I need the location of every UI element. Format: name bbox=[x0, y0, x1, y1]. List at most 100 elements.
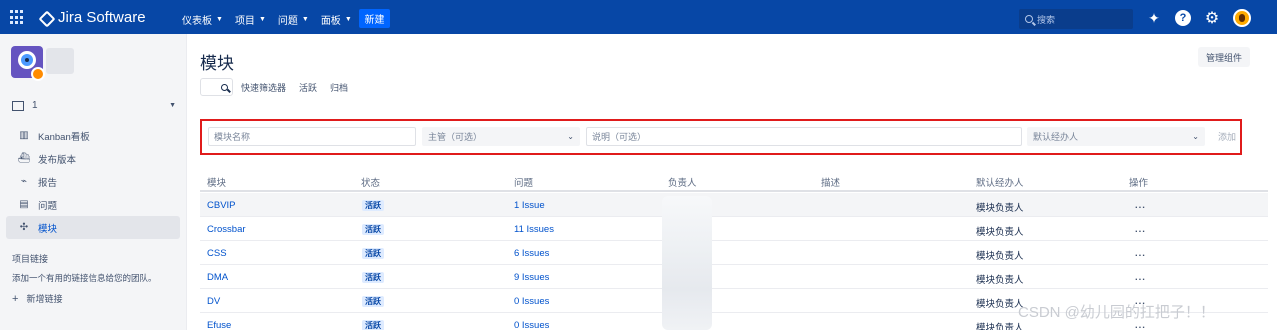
project-links-desc: 添加一个有用的链接信息给您的团队。 bbox=[12, 273, 157, 283]
gear-icon[interactable]: ⚙ bbox=[1204, 10, 1220, 27]
nav-projects-label: 项目 bbox=[234, 16, 255, 27]
more-actions-button[interactable]: ... bbox=[1135, 272, 1146, 283]
more-actions-button[interactable]: ... bbox=[1135, 200, 1146, 211]
col-component[interactable]: 模块 bbox=[207, 175, 226, 189]
search-input[interactable]: 搜索 bbox=[1019, 9, 1133, 29]
sidebar-item-releases[interactable]: ⛴ 发布版本 bbox=[6, 147, 180, 170]
board-icon bbox=[12, 100, 24, 111]
chevron-down-icon: ▼ bbox=[344, 16, 352, 23]
table-row: CBVIP 活跃 1 Issue 模块负责人 ... bbox=[200, 193, 1268, 217]
sidebar-item-label: 问题 bbox=[38, 200, 58, 212]
component-link[interactable]: DMA bbox=[207, 272, 228, 283]
puzzle-icon: ✣ bbox=[19, 222, 29, 233]
issues-link[interactable]: 6 Issues bbox=[514, 248, 549, 259]
default-assignee-select[interactable]: 默认经办人 ⌄ bbox=[1027, 127, 1205, 146]
filter-active[interactable]: 活跃 bbox=[299, 81, 317, 94]
create-button[interactable]: 新建 bbox=[359, 9, 390, 28]
issues-link[interactable]: 1 Issue bbox=[514, 200, 545, 211]
add-component-form: 模块名称 主管（可选） ⌄ 说明（可选） 默认经办人 ⌄ 添加 bbox=[200, 119, 1242, 155]
sidebar-item-components[interactable]: ✣ 模块 bbox=[6, 216, 180, 239]
sidebar-item-reports[interactable]: ⌁ 报告 bbox=[6, 170, 180, 193]
chart-icon: ⌁ bbox=[20, 176, 28, 187]
status-badge: 活跃 bbox=[362, 224, 384, 235]
nav-projects[interactable]: 项目 ▼ bbox=[235, 12, 266, 27]
nav-issues-label: 问题 bbox=[277, 16, 298, 27]
manage-components-button[interactable]: 管理组件 bbox=[1198, 47, 1250, 67]
component-link[interactable]: Crossbar bbox=[207, 224, 246, 235]
sidebar-item-kanban[interactable]: ▥ Kanban看板 bbox=[6, 124, 180, 147]
nav-dashboards[interactable]: 仪表板 ▼ bbox=[182, 12, 223, 27]
issues-link[interactable]: 0 Issues bbox=[514, 320, 549, 330]
col-default-assignee: 默认经办人 bbox=[976, 178, 1024, 189]
lead-select[interactable]: 主管（可选） ⌄ bbox=[422, 127, 580, 146]
default-assignee: 模块负责人 bbox=[976, 275, 1024, 286]
component-link[interactable]: CSS bbox=[207, 248, 227, 259]
chevron-down-icon: ▼ bbox=[169, 102, 176, 109]
filter-bar: 快速筛选器 活跃 归档 bbox=[200, 78, 361, 96]
sidebar-item-label: 发布版本 bbox=[38, 154, 77, 166]
project-badge-icon bbox=[31, 67, 45, 81]
add-link-label: 新增链接 bbox=[26, 294, 63, 304]
filter-archived[interactable]: 归档 bbox=[330, 81, 348, 94]
main-nav: 仪表板 ▼ 项目 ▼ 问题 ▼ 面板 ▼ bbox=[182, 12, 364, 27]
component-link[interactable]: CBVIP bbox=[207, 200, 236, 211]
chevron-down-icon: ▼ bbox=[216, 16, 223, 23]
table-row: Crossbar 活跃 11 Issues 模块负责人 ... bbox=[200, 217, 1268, 241]
issues-link[interactable]: 9 Issues bbox=[514, 272, 549, 283]
lead-column-redacted bbox=[662, 196, 712, 330]
status-badge: 活跃 bbox=[362, 248, 384, 259]
sidebar-item-label: 报告 bbox=[38, 177, 58, 189]
chevron-down-icon: ▼ bbox=[258, 16, 266, 23]
col-description: 描述 bbox=[821, 178, 841, 189]
chevron-down-icon: ⌄ bbox=[567, 132, 574, 141]
issues-link[interactable]: 11 Issues bbox=[514, 224, 554, 235]
app-switcher-icon[interactable] bbox=[10, 10, 25, 25]
search-placeholder: 搜索 bbox=[1037, 14, 1056, 25]
sidebar-item-label: 模块 bbox=[38, 223, 58, 235]
search-icon bbox=[221, 83, 228, 91]
quick-filters[interactable]: 快速筛选器 bbox=[241, 81, 286, 94]
component-link[interactable]: Efuse bbox=[207, 320, 231, 330]
add-link-button[interactable]: + 新增链接 bbox=[12, 292, 62, 305]
top-navigation-bar: Jira Software 仪表板 ▼ 项目 ▼ 问题 ▼ 面板 ▼ 新建 搜索 ✦ ?… bbox=[0, 0, 1277, 34]
help-icon[interactable]: ? bbox=[1175, 10, 1191, 26]
jira-logo-icon bbox=[40, 12, 52, 24]
component-name-placeholder: 模块名称 bbox=[214, 132, 251, 142]
user-avatar[interactable] bbox=[1233, 9, 1251, 27]
col-actions: 操作 bbox=[1129, 178, 1149, 189]
sidebar-item-issues[interactable]: ▤ 问题 bbox=[6, 193, 180, 216]
table-row: DMA 活跃 9 Issues 模块负责人 ... bbox=[200, 265, 1268, 289]
more-actions-button[interactable]: ... bbox=[1135, 224, 1146, 235]
description-placeholder: 说明（可选） bbox=[592, 132, 647, 142]
issues-link[interactable]: 0 Issues bbox=[514, 296, 549, 307]
megaphone-icon[interactable]: ✦ bbox=[1146, 10, 1162, 26]
default-assignee: 模块负责人 bbox=[976, 299, 1024, 310]
default-assignee: 模块负责人 bbox=[976, 227, 1024, 238]
page-title: 模块 bbox=[200, 54, 234, 73]
watermark: CSDN @幼儿园的扛把子！！ bbox=[1018, 304, 1215, 321]
jira-logo[interactable]: Jira Software bbox=[40, 9, 146, 26]
app-name: Jira Software bbox=[58, 9, 146, 26]
default-assignee: 模块负责人 bbox=[976, 203, 1024, 214]
component-link[interactable]: DV bbox=[207, 296, 220, 307]
issue-icon: ▤ bbox=[19, 199, 29, 210]
nav-issues[interactable]: 问题 ▼ bbox=[278, 12, 309, 27]
ship-icon: ⛴ bbox=[17, 153, 31, 164]
lead-placeholder: 主管（可选） bbox=[428, 132, 483, 142]
more-actions-button[interactable]: ... bbox=[1135, 248, 1146, 259]
table-row: CSS 活跃 6 Issues 模块负责人 ... bbox=[200, 241, 1268, 265]
project-name-redacted bbox=[46, 48, 74, 74]
col-lead: 负责人 bbox=[668, 178, 697, 189]
component-name-input[interactable]: 模块名称 bbox=[208, 127, 416, 146]
nav-boards[interactable]: 面板 ▼ bbox=[321, 12, 352, 27]
add-button[interactable]: 添加 bbox=[1214, 127, 1240, 146]
filter-search-input[interactable] bbox=[200, 78, 233, 96]
project-links-title: 项目链接 bbox=[12, 254, 49, 264]
default-assignee-value: 默认经办人 bbox=[1033, 132, 1079, 142]
chevron-down-icon: ⌄ bbox=[1192, 132, 1199, 141]
board-name: 1 bbox=[32, 100, 38, 111]
components-table-header: 模块 状态 问题 负责人 描述 默认经办人 操作 bbox=[200, 170, 1268, 192]
board-selector[interactable]: 1 ▼ bbox=[12, 100, 176, 111]
description-input[interactable]: 说明（可选） bbox=[586, 127, 1022, 146]
sidebar-item-label: Kanban看板 bbox=[38, 131, 90, 143]
